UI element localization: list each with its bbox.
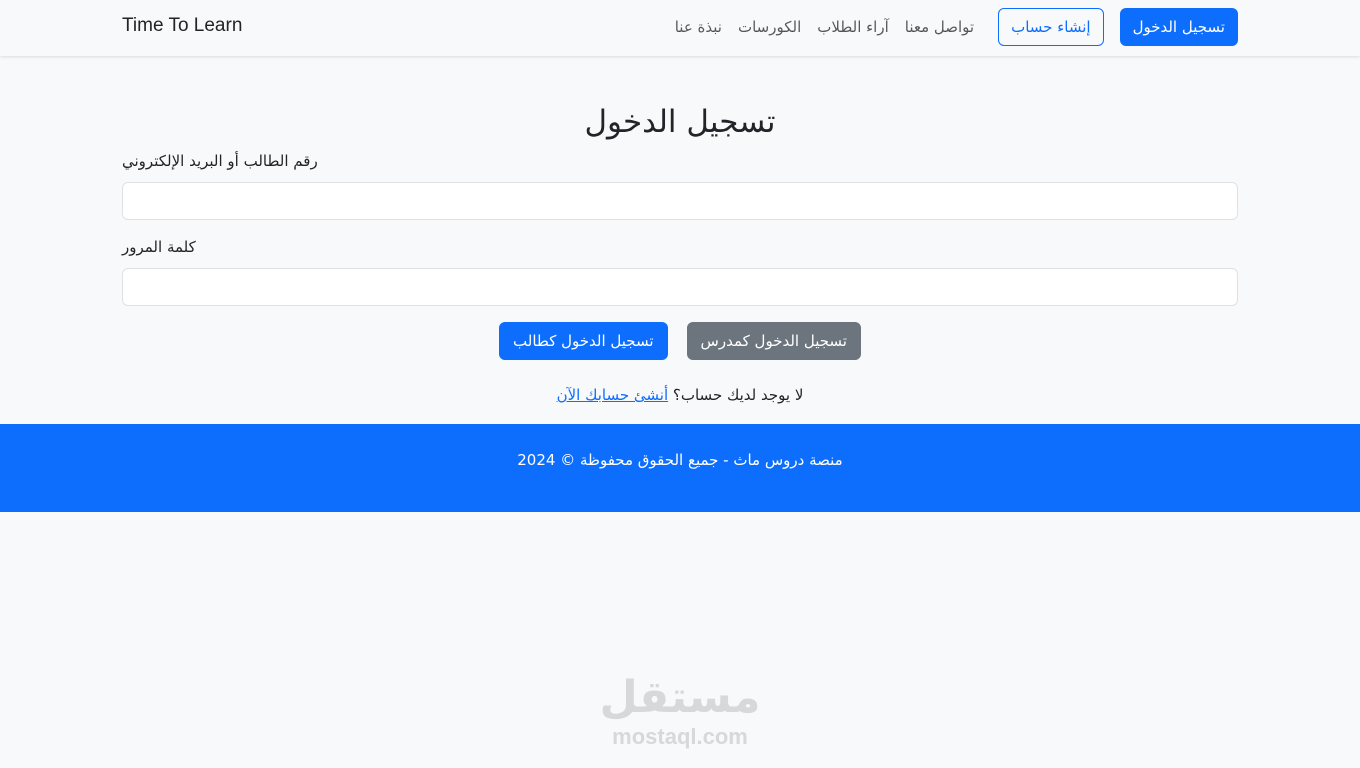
signup-prompt: لا يوجد لديك حساب؟ أنشئ حسابك الآن: [0, 386, 1360, 404]
password-input[interactable]: [122, 268, 1238, 306]
nav-links: تواصل معنا آراء الطلاب الكورسات نبذة عنا: [667, 18, 982, 36]
navbar: Time To Learn تسجيل الدخول إنشاء حساب تو…: [0, 0, 1360, 56]
footer-copyright: منصة دروس ماث - جميع الحقوق محفوظة © 202…: [517, 451, 843, 469]
password-label: كلمة المرور: [122, 238, 196, 256]
footer: منصة دروس ماث - جميع الحقوق محفوظة © 202…: [0, 424, 1360, 512]
teacher-login-button[interactable]: تسجيل الدخول كمدرس: [686, 322, 861, 360]
login-actions: تسجيل الدخول كمدرس تسجيل الدخول كطالب: [0, 322, 1360, 360]
nav-link-courses[interactable]: الكورسات: [730, 18, 809, 36]
student-login-button[interactable]: تسجيل الدخول كطالب: [499, 322, 668, 360]
nav-login-button[interactable]: تسجيل الدخول: [1119, 8, 1238, 46]
navbar-right: تسجيل الدخول إنشاء حساب تواصل معنا آراء …: [667, 8, 1238, 46]
id-label: رقم الطالب أو البريد الإلكتروني: [122, 152, 318, 170]
watermark-arabic: مستقل: [599, 672, 761, 723]
mostaql-watermark-logo: مستقل mostaql.com: [580, 672, 780, 754]
signup-link[interactable]: أنشئ حسابك الآن: [557, 386, 669, 404]
nav-link-testimonials[interactable]: آراء الطلاب: [809, 18, 897, 36]
page-title: تسجيل الدخول: [584, 104, 776, 140]
nav-signup-button[interactable]: إنشاء حساب: [998, 8, 1104, 46]
student-id-input[interactable]: [122, 182, 1238, 220]
no-account-text: لا يوجد لديك حساب؟: [668, 386, 804, 404]
watermark-latin: mostaql.com: [612, 724, 748, 749]
nav-link-contact[interactable]: تواصل معنا: [897, 18, 982, 36]
nav-link-about[interactable]: نبذة عنا: [667, 18, 730, 36]
brand-link[interactable]: Time To Learn: [122, 15, 242, 37]
